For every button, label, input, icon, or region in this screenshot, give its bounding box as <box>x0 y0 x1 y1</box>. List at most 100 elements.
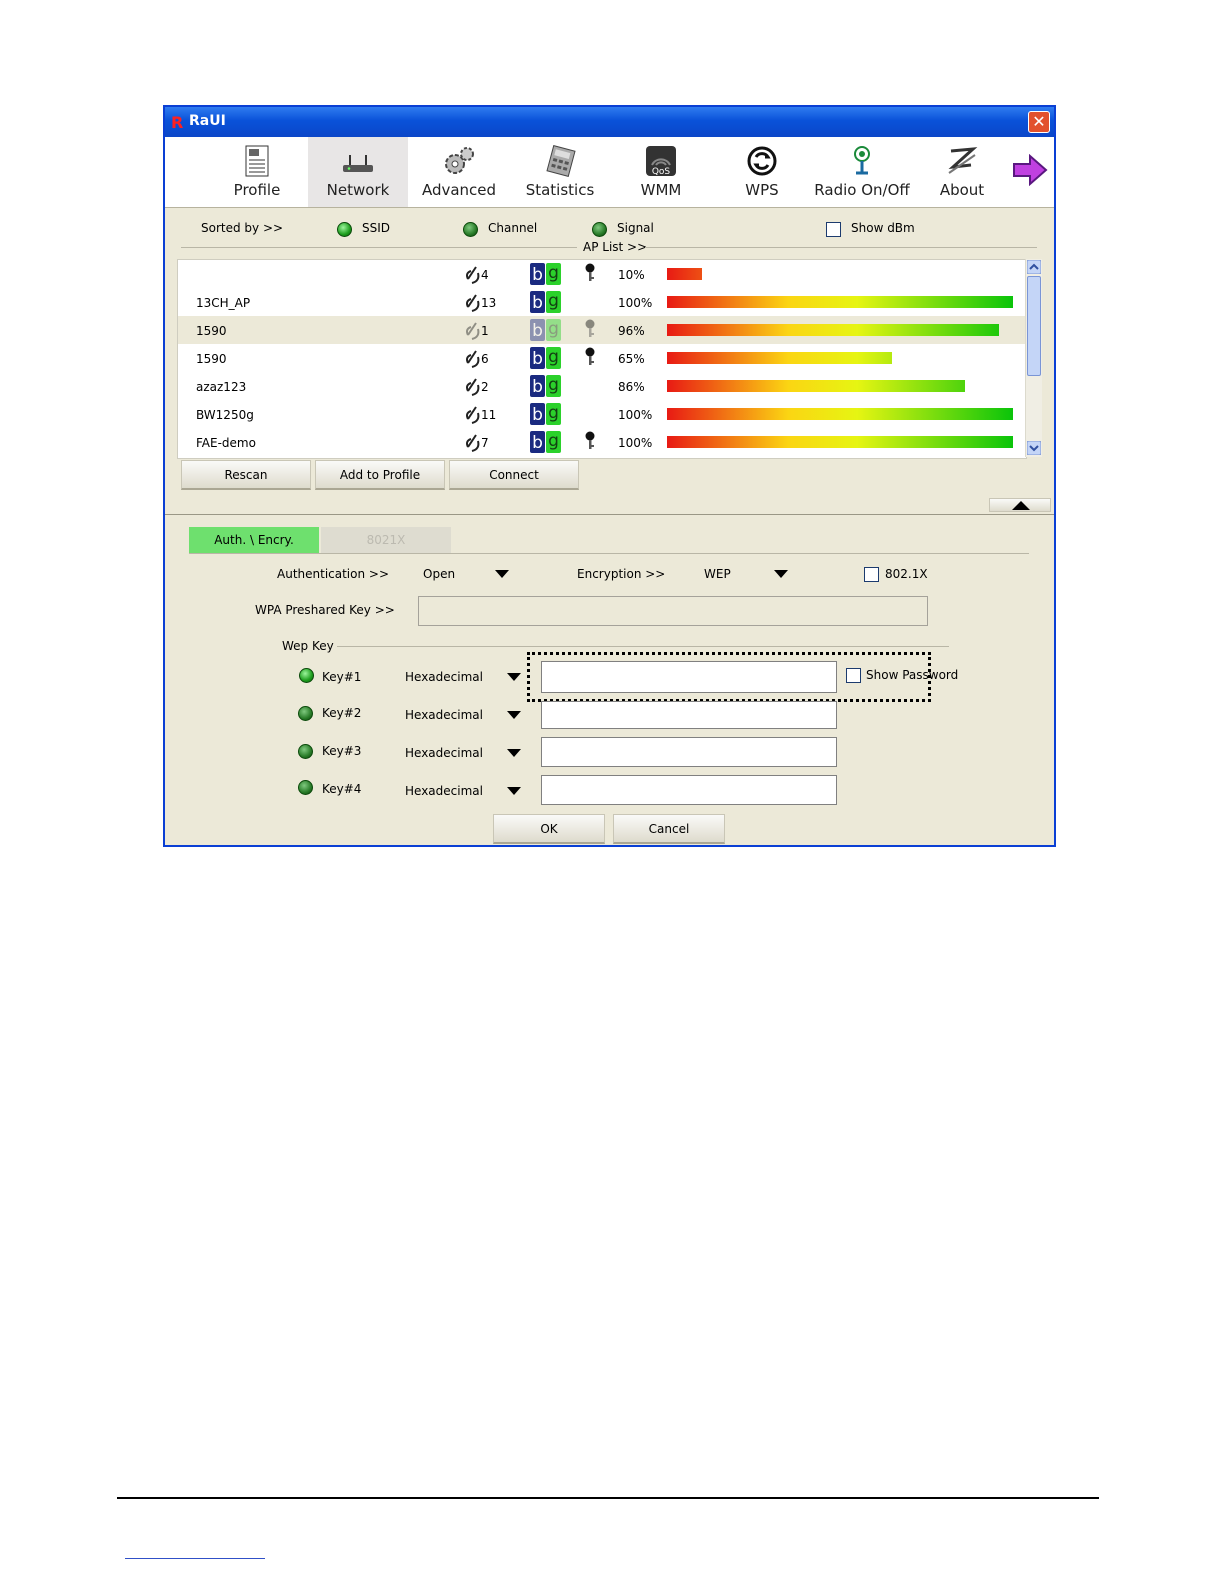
ap-channel: 7 <box>481 436 489 450</box>
tab-wps[interactable]: WPS <box>712 137 812 207</box>
sort-signal-radio[interactable] <box>592 222 607 237</box>
tab-statistics[interactable]: Statistics <box>510 137 610 207</box>
ap-row[interactable]: 4 b g 10% <box>178 260 1026 288</box>
tab-label: Radio On/Off <box>814 181 910 199</box>
sort-ssid-label: SSID <box>362 221 391 235</box>
show-dbm-checkbox[interactable] <box>826 222 841 237</box>
key3-radio[interactable] <box>298 744 313 759</box>
encryption-dropdown-icon[interactable] <box>774 570 788 578</box>
ap-row[interactable]: 1590 6 b g 65% <box>178 344 1026 372</box>
ap-ssid: 13CH_AP <box>196 296 251 310</box>
tab-label: WMM <box>640 181 682 199</box>
scroll-down-icon[interactable] <box>1027 441 1041 455</box>
ap-signal-percent: 10% <box>618 268 645 282</box>
ap-channel: 4 <box>481 268 489 282</box>
svg-text:b: b <box>532 321 543 341</box>
sort-ssid-radio[interactable] <box>337 222 352 237</box>
tab-8021x[interactable]: 8021X <box>321 527 451 553</box>
tab-label: Advanced <box>421 181 497 199</box>
show-dbm-label: Show dBm <box>851 221 915 235</box>
advanced-icon <box>445 147 474 174</box>
cancel-button[interactable]: Cancel <box>613 814 725 844</box>
signal-strength-bar <box>667 268 702 280</box>
signal-strength-bar <box>667 296 1013 308</box>
chevron-up-icon <box>1012 501 1030 510</box>
key1-format-dropdown-icon[interactable] <box>507 673 521 681</box>
encryption-value[interactable]: WEP <box>704 567 731 581</box>
key2-input[interactable] <box>541 701 837 729</box>
key1-format-value[interactable]: Hexadecimal <box>405 670 483 684</box>
divider <box>181 247 577 248</box>
key1-radio[interactable] <box>299 668 314 683</box>
ap-row[interactable]: 1590 1 b g 96% <box>178 316 1026 344</box>
signal-strength-bar <box>667 408 1013 420</box>
key2-format-dropdown-icon[interactable] <box>507 711 521 719</box>
dot1x-checkbox[interactable] <box>864 567 879 582</box>
scroll-up-icon[interactable] <box>1027 260 1041 274</box>
svg-text:b: b <box>532 265 543 285</box>
key3-format-value[interactable]: Hexadecimal <box>405 746 483 760</box>
ap-row[interactable]: BW1250g 11 b g 100% <box>178 400 1026 428</box>
ap-row[interactable]: FAE-demo 7 b g 100% <box>178 428 1026 456</box>
connect-button[interactable]: Connect <box>449 460 579 490</box>
authentication-dropdown-icon[interactable] <box>495 570 509 578</box>
tab-about[interactable]: About <box>912 137 1012 207</box>
ap-list-scrollbar[interactable] <box>1025 259 1042 457</box>
key4-radio[interactable] <box>298 780 313 795</box>
signal-strength-bar <box>667 324 999 336</box>
ap-signal-percent: 100% <box>618 436 653 450</box>
footer-divider <box>117 1497 1099 1499</box>
tab-label: Statistics <box>525 181 595 199</box>
scroll-thumb[interactable] <box>1027 276 1041 376</box>
divider <box>165 514 1054 515</box>
authentication-label: Authentication >> <box>277 567 390 581</box>
tab-advanced[interactable]: Advanced <box>409 137 509 207</box>
authentication-value[interactable]: Open <box>423 567 455 581</box>
add-to-profile-button[interactable]: Add to Profile <box>315 460 445 490</box>
ap-signal-percent: 100% <box>618 408 653 422</box>
ap-channel: 2 <box>481 380 489 394</box>
svg-text:g: g <box>548 403 559 423</box>
svg-text:b: b <box>532 349 543 369</box>
lock-key-icon <box>585 431 595 449</box>
key3-label: Key#3 <box>322 744 362 758</box>
ap-signal-percent: 100% <box>618 296 653 310</box>
tab-profile[interactable]: Profile <box>207 137 307 207</box>
dot1x-label: 802.1X <box>885 567 928 581</box>
arrow-right-icon[interactable] <box>1012 154 1048 186</box>
collapse-button[interactable] <box>989 498 1051 512</box>
statistics-icon <box>546 145 576 177</box>
ap-ssid: 1590 <box>196 324 227 338</box>
key2-format-value[interactable]: Hexadecimal <box>405 708 483 722</box>
svg-text:b: b <box>532 433 543 453</box>
key4-input[interactable] <box>541 775 837 805</box>
sort-channel-radio[interactable] <box>463 222 478 237</box>
tab-auth-encry[interactable]: Auth. \ Encry. <box>189 527 319 553</box>
rescan-button[interactable]: Rescan <box>181 460 311 490</box>
sort-channel-label: Channel <box>488 221 538 235</box>
ok-button[interactable]: OK <box>493 814 605 844</box>
bg-mode-icon: bg <box>530 403 561 425</box>
key4-format-dropdown-icon[interactable] <box>507 787 521 795</box>
wpa-preshared-key-field <box>418 596 928 626</box>
toolbar: Profile Network Advanced Statistics QoS … <box>165 137 1054 208</box>
tab-wmm[interactable]: QoS WMM <box>611 137 711 207</box>
ap-ssid: azaz123 <box>196 380 247 394</box>
ap-row[interactable]: 13CH_AP 13 b g 100% <box>178 288 1026 316</box>
close-button[interactable]: ✕ <box>1028 111 1050 133</box>
signal-strength-bar <box>667 436 1013 448</box>
ap-row[interactable]: azaz123 2 b g 86% <box>178 372 1026 400</box>
key2-label: Key#2 <box>322 706 362 720</box>
tab-label: About <box>939 181 985 199</box>
svg-text:g: g <box>548 291 559 311</box>
tab-network[interactable]: Network <box>308 137 408 207</box>
tab-radio-on-off[interactable]: Radio On/Off <box>812 137 912 207</box>
divider <box>189 553 1029 554</box>
bg-mode-icon: bg <box>530 263 561 285</box>
key3-format-dropdown-icon[interactable] <box>507 749 521 757</box>
title-bar: R RaUI ✕ <box>165 107 1054 137</box>
key3-input[interactable] <box>541 737 837 767</box>
ap-channel: 13 <box>481 296 497 310</box>
key2-radio[interactable] <box>298 706 313 721</box>
key4-format-value[interactable]: Hexadecimal <box>405 784 483 798</box>
